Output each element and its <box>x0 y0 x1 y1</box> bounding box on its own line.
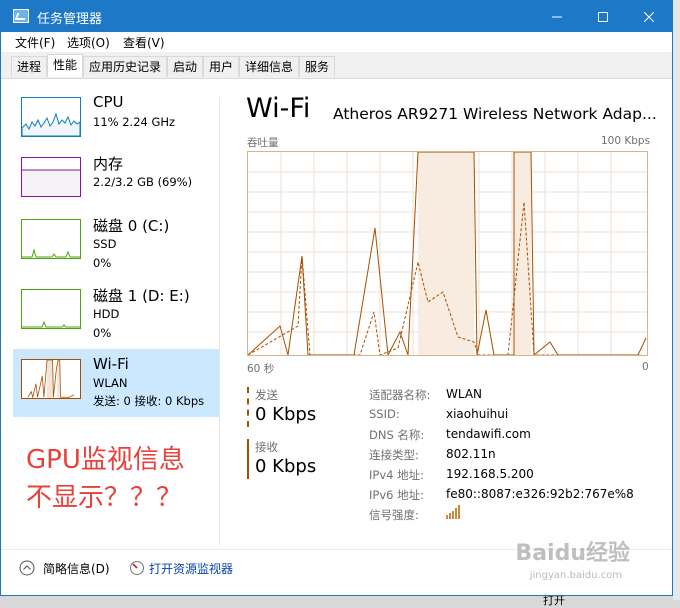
menu-file[interactable]: 文件(F) <box>15 34 55 51</box>
prop-value-ipv4: 192.168.5.200 <box>446 467 534 481</box>
prop-key-adapter: 适配器名称: <box>369 388 431 402</box>
sidebar-item-disk-1[interactable]: 磁盘 1 (D: E:) HDD 0% <box>13 285 219 353</box>
background-window-edge <box>673 0 680 600</box>
adapter-name: Atheros AR9271 Wireless Network Adap... <box>333 105 657 123</box>
prop-value-ssid: xiaohuihui <box>446 407 509 421</box>
graph-label: 吞吐量 <box>247 137 279 149</box>
sidebar-item-detail: HDD <box>93 307 120 321</box>
prop-key-ssid: SSID: <box>369 407 400 421</box>
sidebar-item-memory[interactable]: 内存 2.2/3.2 GB (69%) <box>13 153 219 221</box>
menu-bar: 文件(F) 选项(O) 查看(V) <box>1 32 672 52</box>
sidebar-item-detail: WLAN <box>93 376 128 390</box>
disk0-thumbnail-graph <box>21 219 81 259</box>
send-value: 0 Kbps <box>255 404 317 425</box>
maximize-icon <box>598 11 608 22</box>
sidebar-item-detail: 11% 2.24 GHz <box>93 115 176 129</box>
tab-services[interactable]: 服务 <box>299 56 335 77</box>
prop-key-connection-type: 连接类型: <box>369 448 419 462</box>
tab-users[interactable]: 用户 <box>203 56 239 77</box>
sidebar-item-label: 磁盘 1 (D: E:) <box>93 287 190 305</box>
sidebar-item-usage: 0% <box>93 326 112 340</box>
prop-key-dns: DNS 名称: <box>369 428 425 442</box>
menu-view[interactable]: 查看(V) <box>123 34 165 51</box>
prop-value-dns: tendawifi.com <box>446 427 531 441</box>
minimize-button[interactable] <box>534 1 580 32</box>
watermark-url: jingyan.baidu.com <box>529 570 622 581</box>
throughput-graph <box>247 151 648 356</box>
sidebar-item-label: CPU <box>93 93 124 111</box>
sidebar-item-label: 内存 <box>93 155 124 173</box>
receive-value: 0 Kbps <box>255 456 317 477</box>
sidebar-item-cpu[interactable]: CPU 11% 2.24 GHz <box>13 93 219 161</box>
sidebar-item-usage: 0% <box>93 256 112 270</box>
close-icon <box>644 11 654 22</box>
sidebar-item-detail: 2.2/3.2 GB (69%) <box>93 175 193 189</box>
minimize-icon <box>552 16 562 17</box>
resource-monitor-icon <box>129 560 145 579</box>
prop-key-signal: 信号强度: <box>369 508 419 522</box>
tab-processes[interactable]: 进程 <box>11 56 47 77</box>
tab-details[interactable]: 详细信息 <box>239 56 299 77</box>
wifi-thumbnail-graph <box>21 359 81 399</box>
task-manager-app-icon <box>13 9 29 23</box>
window-title: 任务管理器 <box>37 12 103 27</box>
send-indicator <box>247 387 249 427</box>
time-axis-right: 0 <box>642 361 649 373</box>
sidebar-item-detail: SSD <box>93 237 117 251</box>
prop-key-ipv4: IPv4 地址: <box>369 468 424 482</box>
title-bar: 任务管理器 <box>1 1 672 32</box>
sidebar-item-disk-0[interactable]: 磁盘 0 (C:) SSD 0% <box>13 215 219 283</box>
annotation-line-2: 不显示？？？ <box>26 483 183 513</box>
prop-value-ipv6: fe80::8087:e326:92b2:767e%8 <box>446 487 634 501</box>
sidebar-item-label: 磁盘 0 (C:) <box>93 217 170 235</box>
menu-options[interactable]: 选项(O) <box>67 34 110 51</box>
annotation-line-1: GPU监视信息 <box>26 445 185 475</box>
fewer-details-link[interactable]: 简略信息(D) <box>43 560 110 577</box>
open-resource-monitor-link[interactable]: 打开资源监视器 <box>149 560 233 577</box>
sidebar-item-wifi[interactable]: Wi-Fi WLAN 发送: 0 接收: 0 Kbps <box>13 349 219 417</box>
cpu-thumbnail-graph <box>21 97 81 137</box>
receive-label: 接收 <box>255 440 278 454</box>
tab-app-history[interactable]: 应用历史记录 <box>83 56 167 77</box>
detail-title: Wi-Fi <box>246 93 311 124</box>
tab-strip: 进程 性能 应用历史记录 启动 用户 详细信息 服务 <box>1 52 672 79</box>
graph-max-label: 100 Kbps <box>601 135 651 147</box>
tab-startup[interactable]: 启动 <box>167 56 203 77</box>
prop-value-adapter: WLAN <box>446 387 483 401</box>
disk1-thumbnail-graph <box>21 289 81 329</box>
chevron-up-icon[interactable] <box>19 560 35 579</box>
signal-strength-icon <box>446 505 462 522</box>
watermark-brand: Baidu经验 <box>515 541 630 566</box>
sidebar-item-throughput: 发送: 0 接收: 0 Kbps <box>93 394 205 408</box>
send-label: 发送 <box>255 388 278 402</box>
prop-key-ipv6: IPv6 地址: <box>369 488 424 502</box>
memory-thumbnail-graph <box>21 157 81 197</box>
tab-performance[interactable]: 性能 <box>47 54 83 77</box>
receive-indicator <box>247 439 249 479</box>
sidebar-divider <box>219 97 220 545</box>
task-manager-window: 任务管理器 文件(F) 选项(O) 查看(V) 进程 性能 应用历史记录 启动 … <box>0 0 673 596</box>
maximize-button[interactable] <box>580 1 626 32</box>
prop-value-connection-type: 802.11n <box>446 447 496 461</box>
sidebar-item-label: Wi-Fi <box>93 355 129 373</box>
time-axis-left: 60 秒 <box>247 363 275 375</box>
close-button[interactable] <box>626 1 672 32</box>
